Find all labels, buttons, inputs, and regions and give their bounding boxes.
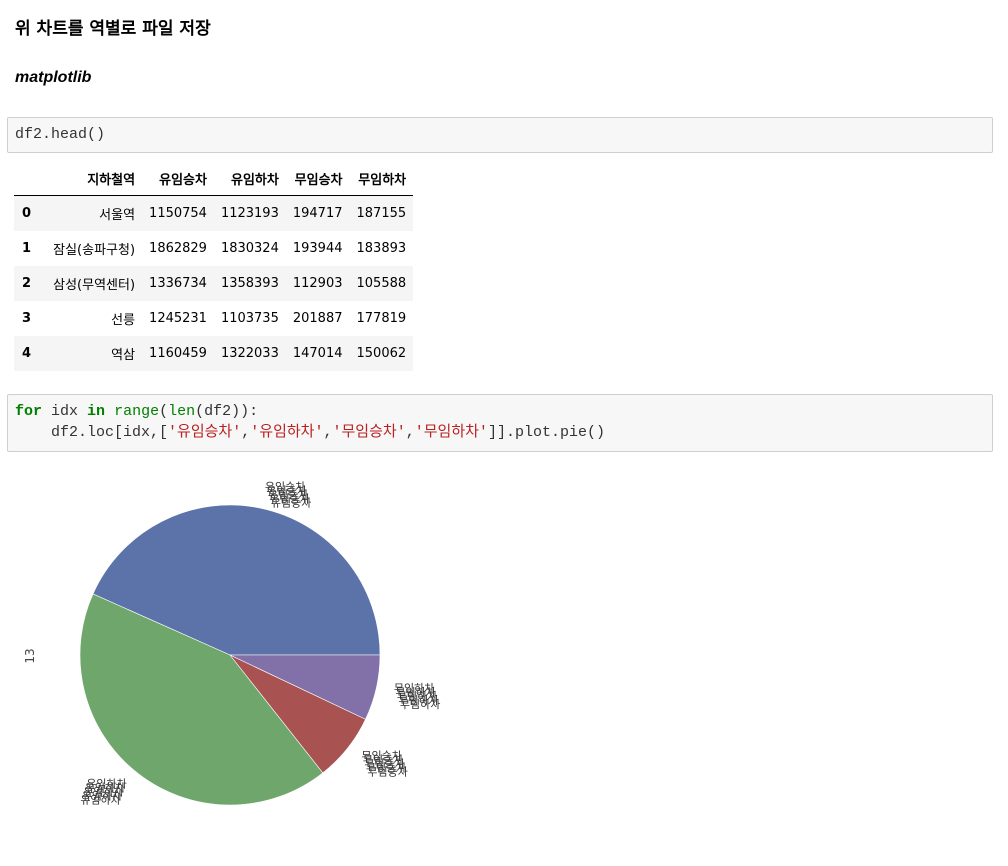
value-cell: 1322033	[220, 346, 279, 361]
value-cell: 147014	[292, 346, 343, 361]
station-name-cell: 서울역	[99, 208, 136, 223]
keyword: in	[87, 403, 106, 420]
string-literal: '무임승차'	[332, 424, 406, 441]
row-index: 2	[22, 276, 32, 291]
value-cell: 1160459	[149, 346, 207, 361]
section-subheading: matplotlib	[15, 69, 92, 86]
string-literal: '유임하차'	[250, 424, 324, 441]
pie-label: 유임하차	[80, 793, 120, 807]
code-text: ,	[323, 424, 333, 441]
table-row: 1 잠실(송파구청) 1862829 1830324 193944 183893	[14, 231, 413, 266]
value-cell: 187155	[356, 206, 407, 221]
code-text: df2.head()	[15, 126, 106, 143]
table-row: 3 선릉 1245231 1103735 201887 177819	[14, 301, 413, 336]
string-literal: '유임승차'	[168, 424, 242, 441]
value-cell: 193944	[292, 241, 343, 256]
station-name-cell: 역삼	[111, 348, 136, 363]
string-literal: '무임하차'	[414, 424, 488, 441]
code-text: (df2)):	[195, 403, 259, 420]
value-cell: 1358393	[220, 276, 279, 291]
column-header: 지하철역	[38, 162, 143, 196]
value-cell: 177819	[356, 311, 407, 326]
code-text: ,	[405, 424, 415, 441]
value-cell: 1103735	[220, 311, 279, 326]
pie-chart: 유임승차유임승차유임승차유임승차유임승차유임하차유임하차유임하차유임하차유임하차…	[23, 481, 440, 807]
keyword: for	[15, 403, 43, 420]
row-index: 4	[22, 346, 32, 361]
table-row: 4 역삼 1160459 1322033 147014 150062	[14, 336, 414, 371]
dataframe-table: 지하철역 유임승차 유임하차 무임승차 무임하차 0 서울역 1150754 1123…	[14, 162, 414, 371]
value-cell: 183893	[356, 241, 407, 256]
index-header	[14, 162, 39, 196]
value-cell: 150062	[356, 346, 407, 361]
code-cell-loop[interactable]: for idx in range(len(df2)): df2.loc[idx,…	[7, 394, 993, 452]
code-cell-head[interactable]: df2.head()	[7, 117, 993, 153]
code-text: (	[159, 403, 169, 420]
table-row: 2 삼성(무역센터) 1336734 1358393 112903 105588	[14, 266, 414, 301]
y-axis-label: 13	[23, 648, 37, 663]
value-cell: 201887	[292, 311, 343, 326]
row-index: 0	[22, 206, 32, 221]
pie-label: 무임승차	[367, 766, 407, 779]
section-heading: 위 차트를 역별로 파일 저장	[15, 19, 211, 39]
row-index: 1	[22, 241, 32, 256]
value-cell: 194717	[292, 206, 343, 221]
column-header: 무임승차	[285, 162, 350, 196]
column-header: 무임하차	[349, 162, 414, 196]
station-name-cell: 잠실(송파구청)	[53, 243, 136, 258]
station-name-cell: 선릉	[111, 313, 136, 328]
column-header: 유임승차	[142, 162, 214, 196]
value-cell: 1862829	[149, 241, 207, 256]
code-text: idx	[42, 403, 88, 420]
value-cell: 1123193	[220, 206, 279, 221]
value-cell: 1336734	[149, 276, 207, 291]
code-text: df2.loc[idx,[	[15, 424, 169, 441]
value-cell: 1150754	[149, 206, 207, 221]
pie-label: 유임승차	[271, 497, 311, 510]
table-row: 0 서울역 1150754 1123193 194717 187155	[14, 195, 414, 231]
pie-label: 무임하차	[400, 697, 440, 711]
builtin: len	[168, 403, 196, 420]
table-header-row: 지하철역 유임승차 유임하차 무임승차 무임하차	[14, 162, 414, 196]
code-text: ]].plot.pie()	[487, 424, 605, 441]
value-cell: 1830324	[220, 241, 279, 256]
station-name-cell: 삼성(무역센터)	[53, 278, 136, 293]
pie-slices	[79, 504, 381, 806]
code-text: ,	[241, 424, 251, 441]
value-cell: 1245231	[149, 311, 207, 326]
column-header: 유임하차	[213, 162, 286, 196]
builtin: range	[114, 403, 160, 420]
value-cell: 105588	[356, 276, 407, 291]
row-index: 3	[22, 311, 32, 326]
value-cell: 112903	[292, 276, 343, 291]
